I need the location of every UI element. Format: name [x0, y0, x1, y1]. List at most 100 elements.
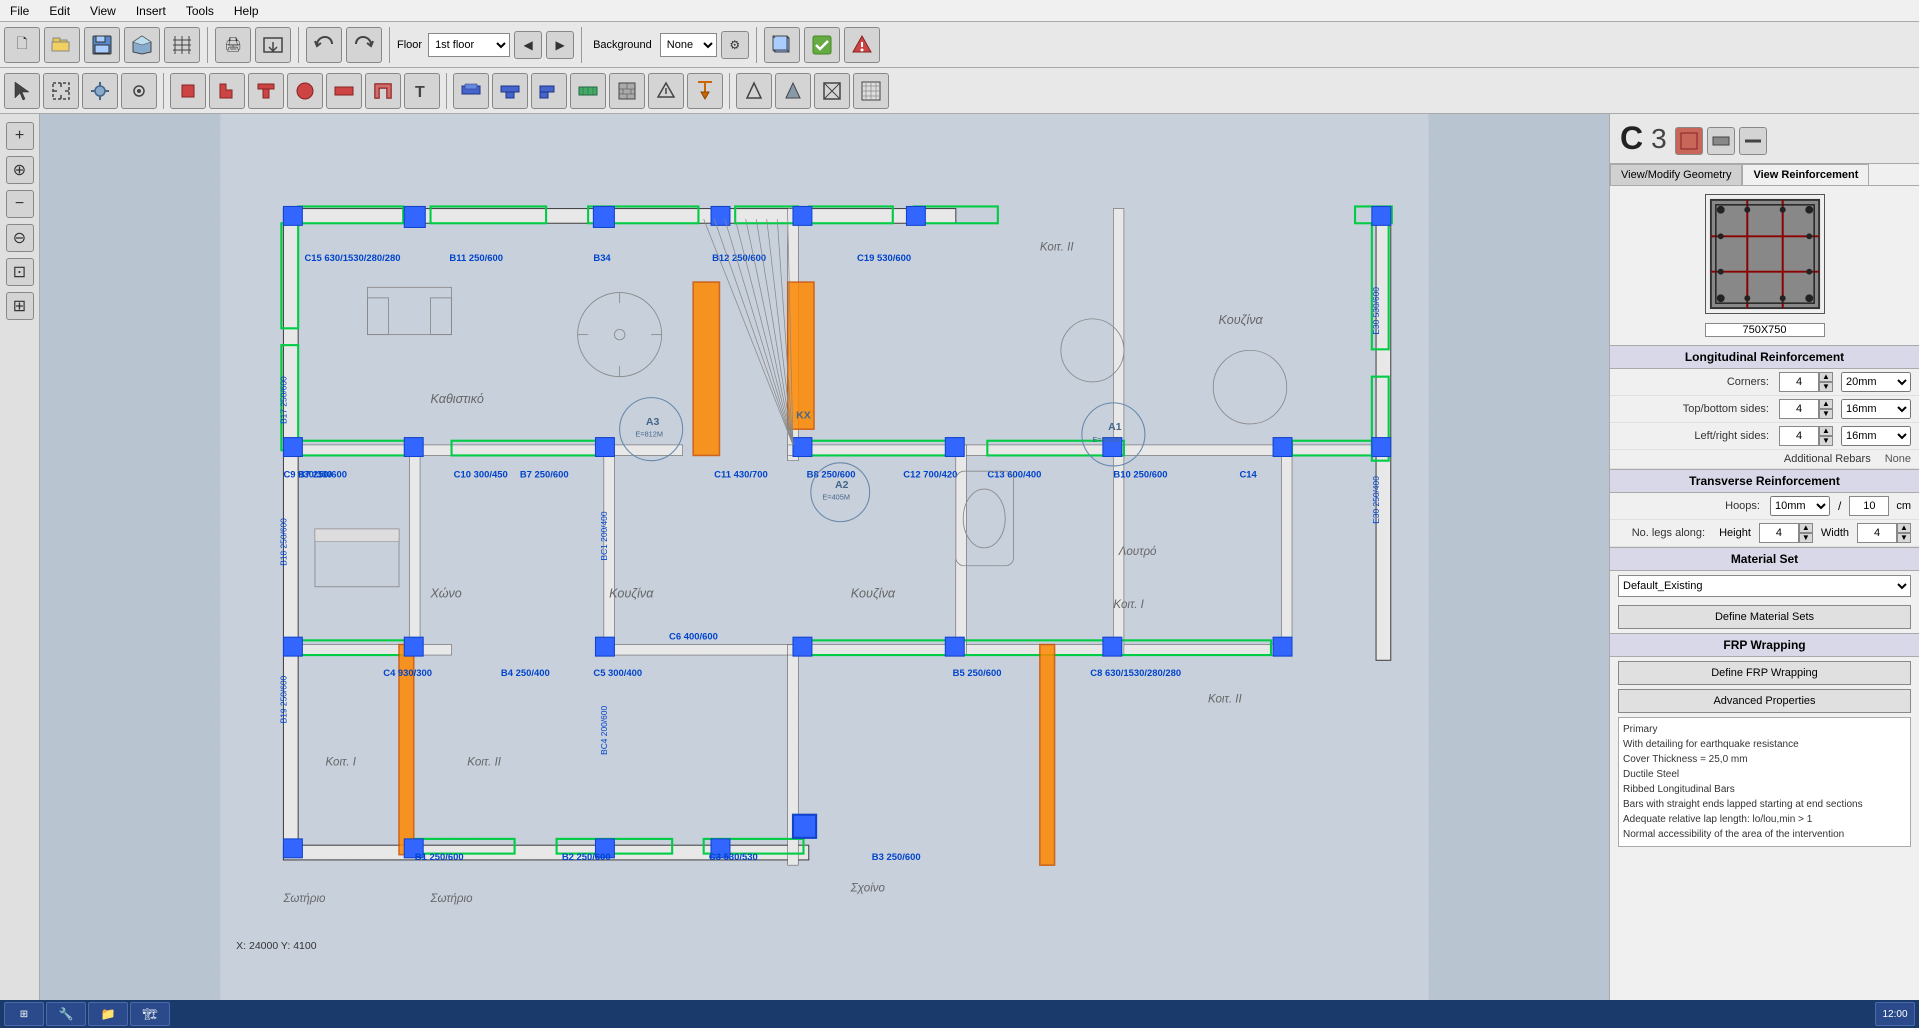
zoom-fit-button[interactable]: ⊡ — [6, 258, 34, 286]
corners-up-btn[interactable]: ▲ — [1819, 372, 1833, 382]
beam-t-button[interactable] — [492, 73, 528, 109]
svg-text:B2 250/600: B2 250/600 — [562, 852, 611, 863]
wall-column-button[interactable] — [326, 73, 362, 109]
menu-insert[interactable]: Insert — [130, 2, 172, 20]
topbottom-label: Top/bottom sides: — [1618, 403, 1775, 415]
view3d-button[interactable] — [764, 27, 800, 63]
topbottom-row: Top/bottom sides: ▲ ▼ 16mm 20mm 12mm — [1610, 396, 1919, 423]
menu-view[interactable]: View — [84, 2, 122, 20]
topbottom-value-input[interactable] — [1779, 399, 1819, 419]
menu-edit[interactable]: Edit — [43, 2, 76, 20]
taskbar-start[interactable]: ⊞ — [4, 1002, 44, 1026]
floor-next-button[interactable]: ▶ — [546, 31, 574, 59]
wall-button[interactable] — [609, 73, 645, 109]
shape1-button[interactable] — [736, 73, 772, 109]
support-button[interactable] — [648, 73, 684, 109]
t-column-button[interactable] — [248, 73, 284, 109]
beam-l-button[interactable] — [531, 73, 567, 109]
menu-tools[interactable]: Tools — [180, 2, 220, 20]
taskbar-item-1[interactable]: 🔧 — [46, 1002, 86, 1026]
col-type-icon3[interactable] — [1739, 127, 1767, 155]
topbottom-up-btn[interactable]: ▲ — [1819, 399, 1833, 409]
dimensions-input[interactable]: 750X750 — [1705, 323, 1825, 337]
col-type-icon1[interactable] — [1675, 127, 1703, 155]
menu-help[interactable]: Help — [228, 2, 265, 20]
column-icons — [1675, 127, 1767, 155]
circ-column-button[interactable] — [287, 73, 323, 109]
menu-file[interactable]: File — [4, 2, 35, 20]
corners-down-btn[interactable]: ▼ — [1819, 382, 1833, 392]
height-value-input[interactable] — [1759, 523, 1799, 543]
save-button[interactable] — [84, 27, 120, 63]
canvas-area[interactable]: C15 630/1530/280/280 B11 250/600 B34 B12… — [40, 114, 1609, 1028]
shape2-button[interactable] — [775, 73, 811, 109]
height-down-btn[interactable]: ▼ — [1799, 533, 1813, 543]
beam-rect-button[interactable] — [453, 73, 489, 109]
new-button[interactable]: 🗋 — [4, 27, 40, 63]
export-button[interactable] — [255, 27, 291, 63]
rect-column-button[interactable] — [170, 73, 206, 109]
model-button[interactable] — [124, 27, 160, 63]
bg-settings-button[interactable]: ⚙ — [721, 31, 749, 59]
topbottom-down-btn[interactable]: ▼ — [1819, 409, 1833, 419]
undo-button[interactable] — [306, 27, 342, 63]
width-value-input[interactable] — [1857, 523, 1897, 543]
zoom-out2-button[interactable]: ⊖ — [6, 224, 34, 252]
node-button[interactable] — [121, 73, 157, 109]
toolbar1: 🗋 🖨 Floor 1st floor 2nd floor 3rd flo — [0, 22, 1919, 68]
zoom-in-button[interactable]: + — [6, 122, 34, 150]
taskbar-item-3[interactable]: 🏗 — [130, 1002, 170, 1026]
advanced-props-btn[interactable]: Advanced Properties — [1618, 689, 1911, 713]
svg-text:X: 24000 Y: 4100: X: 24000 Y: 4100 — [236, 940, 317, 952]
define-material-btn[interactable]: Define Material Sets — [1618, 605, 1911, 629]
topbottom-spin-btns: ▲ ▼ — [1819, 399, 1833, 419]
tab-reinforcement[interactable]: View Reinforcement — [1742, 164, 1869, 185]
col-type-icon2[interactable] — [1707, 127, 1735, 155]
topbottom-unit-select[interactable]: 16mm 20mm 12mm — [1841, 399, 1911, 419]
corners-unit-select[interactable]: 20mm 16mm 12mm — [1841, 372, 1911, 392]
print-button[interactable]: 🖨 — [215, 27, 251, 63]
width-up-btn[interactable]: ▲ — [1897, 523, 1911, 533]
svg-text:C4 930/300: C4 930/300 — [383, 668, 432, 679]
u-column-button[interactable] — [365, 73, 401, 109]
load-button[interactable] — [687, 73, 723, 109]
analyze-button[interactable] — [844, 27, 880, 63]
floor-prev-button[interactable]: ◀ — [514, 31, 542, 59]
leftright-unit-select[interactable]: 16mm 20mm 12mm — [1841, 426, 1911, 446]
pointer-button[interactable] — [4, 73, 40, 109]
leftright-up-btn[interactable]: ▲ — [1819, 426, 1833, 436]
slab-button[interactable] — [570, 73, 606, 109]
l-column-button[interactable] — [209, 73, 245, 109]
floor-select[interactable]: 1st floor 2nd floor 3rd floor Foundation — [428, 33, 510, 57]
svg-text:B10 250/600: B10 250/600 — [1113, 469, 1167, 480]
material-section-title: Material Set — [1610, 547, 1919, 571]
zoom-out-button[interactable]: − — [6, 190, 34, 218]
leftright-value-input[interactable] — [1779, 426, 1819, 446]
zoom-in2-button[interactable]: ⊕ — [6, 156, 34, 184]
background-select[interactable]: None DXF Image — [660, 33, 717, 57]
hoops-unit: cm — [1896, 500, 1911, 512]
shape3-button[interactable] — [814, 73, 850, 109]
svg-text:Λουτρό: Λουτρό — [1118, 546, 1157, 558]
reinforcement-button[interactable] — [853, 73, 889, 109]
width-down-btn[interactable]: ▼ — [1897, 533, 1911, 543]
hoops-size-select[interactable]: 10mm 8mm 12mm — [1770, 496, 1830, 516]
leftright-down-btn[interactable]: ▼ — [1819, 436, 1833, 446]
taskbar-item-2[interactable]: 📁 — [88, 1002, 128, 1026]
svg-text:Κοιτ. I: Κοιτ. I — [325, 756, 356, 768]
redo-button[interactable] — [346, 27, 382, 63]
height-up-btn[interactable]: ▲ — [1799, 523, 1813, 533]
corners-value-input[interactable]: 4 — [1779, 372, 1819, 392]
define-frp-btn[interactable]: Define FRP Wrapping — [1618, 661, 1911, 685]
hoops-spacing-input[interactable] — [1849, 496, 1889, 516]
zoom-actual-button[interactable]: ⊞ — [6, 292, 34, 320]
open-button[interactable] — [44, 27, 80, 63]
select-button[interactable] — [43, 73, 79, 109]
text-tool-button[interactable]: T — [404, 73, 440, 109]
legs-label: No. legs along: — [1618, 527, 1711, 539]
material-select[interactable]: Default_Existing Default_New Custom — [1618, 575, 1911, 597]
tab-geometry[interactable]: View/Modify Geometry — [1610, 164, 1742, 185]
pan-button[interactable] — [82, 73, 118, 109]
check-button[interactable] — [804, 27, 840, 63]
grid-button[interactable] — [164, 27, 200, 63]
